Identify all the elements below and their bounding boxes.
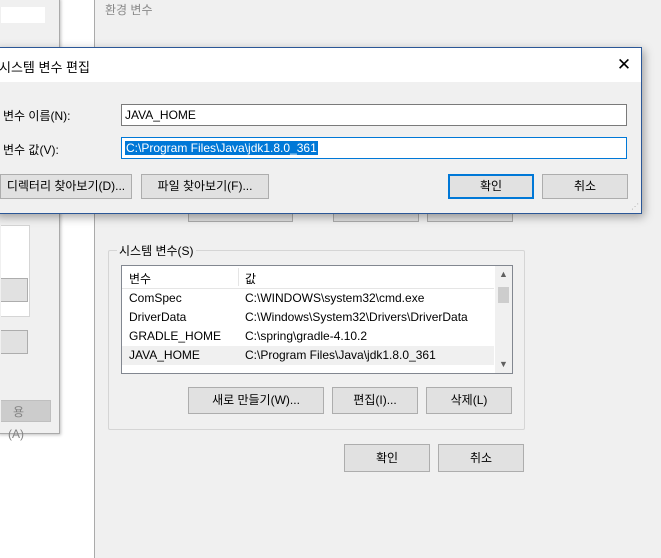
variable-value-label: 변수 값(V): (3, 143, 59, 157)
table-row[interactable]: DriverData C:\Windows\System32\Drivers\D… (122, 308, 494, 327)
system-properties-button[interactable] (1, 278, 28, 302)
browse-directory-button[interactable]: 디렉터리 찾아보기(D)... (0, 174, 132, 199)
variable-name: JAVA_HOME (129, 348, 200, 362)
scroll-down-icon[interactable]: ▼ (495, 356, 512, 373)
close-icon[interactable]: ✕ (607, 48, 641, 82)
ok-button[interactable]: 확인 (344, 444, 430, 472)
variable-value-field[interactable]: C:\Program Files\Java\jdk1.8.0_361 (121, 137, 627, 159)
column-header-value[interactable]: 값 (245, 270, 256, 287)
resize-grip-icon[interactable]: ⋰ (631, 203, 639, 211)
variable-value: C:\WINDOWS\system32\cmd.exe (245, 291, 425, 305)
variable-name-text: JAVA_HOME (125, 108, 196, 122)
variable-value: C:\Windows\System32\Drivers\DriverData (245, 310, 468, 324)
variable-name-field[interactable]: JAVA_HOME (121, 104, 627, 126)
list-header: 변수 값 (122, 266, 494, 289)
variable-value-text: C:\Program Files\Java\jdk1.8.0_361 (125, 141, 318, 155)
system-properties-panel (1, 7, 45, 23)
dialog-titlebar[interactable]: 시스템 변수 편집 ✕ (0, 48, 641, 82)
system-variables-list[interactable]: 변수 값 ComSpec C:\WINDOWS\system32\cmd.exe… (121, 265, 513, 374)
system-properties-button[interactable] (1, 330, 28, 354)
delete-variable-button[interactable]: 삭제(L) (426, 387, 512, 414)
dialog-cancel-button[interactable]: 취소 (542, 174, 628, 199)
system-variables-label: 시스템 변수(S) (117, 242, 196, 259)
variable-name: DriverData (129, 310, 187, 324)
system-properties-panel-box (1, 225, 30, 317)
vertical-scrollbar[interactable]: ▲ ▼ (495, 266, 512, 373)
table-row[interactable]: ComSpec C:\WINDOWS\system32\cmd.exe (122, 289, 494, 308)
browse-file-button[interactable]: 파일 찾아보기(F)... (141, 174, 269, 199)
variable-name-label: 변수 이름(N): (3, 109, 71, 123)
table-row[interactable]: GRADLE_HOME C:\spring\gradle-4.10.2 (122, 327, 494, 346)
window-title: 환경 변수 (105, 3, 153, 17)
table-row-selected[interactable]: JAVA_HOME C:\Program Files\Java\jdk1.8.0… (122, 346, 494, 365)
dialog-title: 시스템 변수 편집 (0, 60, 90, 75)
edit-variable-button[interactable]: 편집(I)... (332, 387, 418, 414)
variable-name: GRADLE_HOME (129, 329, 222, 343)
system-variables-group: 시스템 변수(S) 변수 값 ComSpec C:\WINDOWS\system… (108, 242, 525, 430)
edit-system-variable-dialog: 시스템 변수 편집 ✕ 변수 이름(N): JAVA_HOME 변수 값(V):… (0, 47, 642, 214)
dialog-ok-button[interactable]: 확인 (448, 174, 534, 199)
apply-button[interactable]: 용(A) (1, 400, 51, 441)
column-divider[interactable] (238, 268, 239, 286)
new-variable-button[interactable]: 새로 만들기(W)... (188, 387, 324, 414)
variable-value: C:\spring\gradle-4.10.2 (245, 329, 368, 343)
cancel-button[interactable]: 취소 (438, 444, 524, 472)
scrollbar-thumb[interactable] (498, 287, 509, 303)
column-header-variable[interactable]: 변수 (129, 270, 151, 287)
variable-value: C:\Program Files\Java\jdk1.8.0_361 (245, 348, 436, 362)
variable-name: ComSpec (129, 291, 182, 305)
scroll-up-icon[interactable]: ▲ (495, 266, 512, 283)
